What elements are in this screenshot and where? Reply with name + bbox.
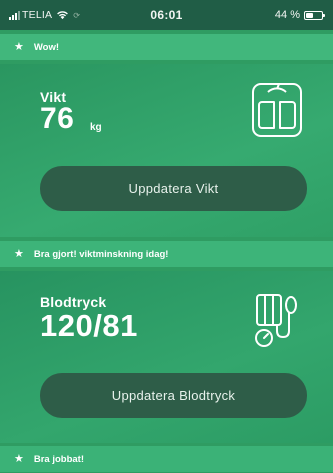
weight-unit: kg [90, 122, 102, 133]
status-right: 44 % [274, 9, 325, 21]
star-icon: ★ [14, 452, 24, 465]
status-bar: TELIA ⟳ 06:01 44 % [0, 0, 333, 30]
update-weight-button[interactable]: Uppdatera Vikt [40, 166, 307, 211]
battery-percent: 44 % [274, 9, 300, 21]
blood-pressure-value: 120/81 [40, 308, 138, 343]
wifi-icon [57, 11, 69, 20]
achievement-banner-good-job: ★ Bra jobbat! [0, 446, 333, 472]
battery-level [306, 12, 313, 18]
battery-icon [304, 10, 325, 20]
blood-pressure-icon [255, 294, 297, 347]
blood-pressure-card: Blodtryck 120/81 Uppdatera Blodtryck [0, 271, 333, 443]
banner-text: Bra jobbat! [33, 453, 85, 465]
carrier-name: TELIA [22, 9, 53, 21]
sync-icon: ⟳ [73, 10, 80, 20]
weight-value: 76 [40, 102, 75, 135]
weight-card: Vikt 76 kg Uppdatera Vikt [0, 64, 333, 237]
update-blood-pressure-button[interactable]: Uppdatera Blodtryck [40, 373, 307, 418]
signal-icon [9, 10, 20, 20]
status-left: TELIA ⟳ [9, 9, 129, 21]
star-icon: ★ [14, 40, 24, 53]
banner-text: Wow! [33, 41, 60, 53]
achievement-banner-wow: ★ Wow! [0, 34, 333, 60]
star-icon: ★ [14, 247, 24, 260]
app-screen: TELIA ⟳ 06:01 44 % ★ Wow! Vikt 76 kg Upp… [0, 0, 333, 473]
achievement-banner-weight-loss: ★ Bra gjort! viktminskning idag! [0, 241, 333, 267]
scale-icon [252, 83, 302, 137]
banner-text: Bra gjort! viktminskning idag! [33, 248, 169, 260]
